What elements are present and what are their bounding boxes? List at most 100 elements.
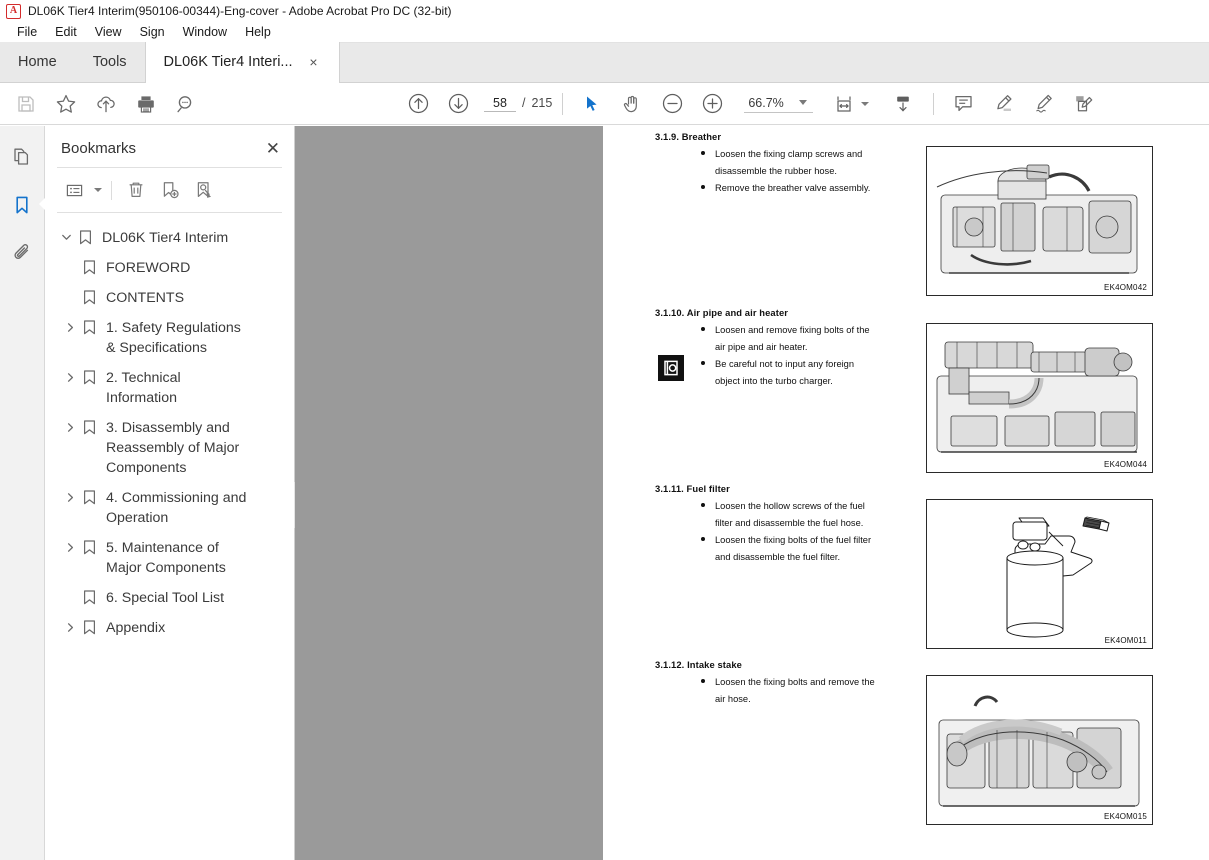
- delete-bookmark-icon[interactable]: [121, 177, 151, 203]
- fit-width-icon[interactable]: [829, 84, 859, 124]
- bookmarks-panel: Bookmarks ✕ DL06K Tier4 Interim FOREWORD…: [45, 126, 305, 860]
- bookmarks-toolbar: [45, 168, 294, 212]
- tab-tools[interactable]: Tools: [74, 42, 145, 82]
- toolbar-view-group: 66.7%: [572, 84, 814, 124]
- bullet-item: Remove the breather valve assembly.: [701, 180, 955, 197]
- tab-home[interactable]: Home: [0, 42, 75, 82]
- bookmark-item-commissioning-operation[interactable]: 4. Commissioning and Operation: [57, 483, 290, 533]
- menu-view[interactable]: View: [86, 23, 131, 41]
- menu-help[interactable]: Help: [236, 23, 280, 41]
- bookmark-label: Appendix: [106, 620, 166, 636]
- bookmark-label: CONTENTS: [106, 290, 185, 306]
- chevron-right-icon[interactable]: [61, 488, 79, 503]
- zoom-level-control[interactable]: 66.7%: [744, 95, 814, 113]
- zoom-level-value: 66.7%: [748, 95, 784, 110]
- bookmark-item-disassembly-reassembly[interactable]: 3. Disassembly and Reassembly of Major C…: [57, 413, 290, 483]
- toolbar-left-group: [6, 84, 206, 124]
- chevron-down-icon[interactable]: [57, 228, 75, 243]
- select-cursor-icon[interactable]: [572, 84, 612, 124]
- bookmark-item-technical-information[interactable]: 2. Technical Information: [57, 363, 290, 413]
- chevron-right-icon[interactable]: [61, 368, 79, 383]
- bookmark-item-safety-regulations[interactable]: 1. Safety Regulations & Specifications: [57, 313, 290, 363]
- section-3-1-9: 3.1.9. Breather Loosen the fixing clamp …: [655, 131, 955, 197]
- engine-breather-photo: [927, 147, 1152, 295]
- air-pipe-heater-photo: [927, 324, 1152, 472]
- main-toolbar: 58 / 215 66.7%: [0, 83, 1209, 125]
- search-icon[interactable]: [166, 84, 206, 124]
- new-bookmark-icon[interactable]: [155, 177, 185, 203]
- menu-edit[interactable]: Edit: [46, 23, 86, 41]
- chevron-right-icon[interactable]: [61, 418, 79, 433]
- bullet-line: Loosen the fixing clamp screws and: [715, 149, 863, 159]
- bookmark-label: FOREWORD: [106, 260, 191, 276]
- acrobat-icon: A: [6, 3, 21, 19]
- close-tab-icon[interactable]: ×: [307, 55, 321, 69]
- menu-sign[interactable]: Sign: [131, 23, 174, 41]
- comment-icon[interactable]: [943, 84, 983, 124]
- page-thumbnails-icon[interactable]: [5, 140, 39, 174]
- bookmark-item-contents[interactable]: CONTENTS: [57, 283, 290, 313]
- previous-page-icon[interactable]: [398, 84, 438, 124]
- menu-bar: File Edit View Sign Window Help: [0, 22, 1209, 43]
- options-menu-icon[interactable]: [59, 177, 89, 203]
- figure-caption: EK4OM015: [1104, 812, 1147, 821]
- bullet-item: Loosen the fixing clamp screws and disas…: [701, 146, 955, 180]
- attachments-icon[interactable]: [5, 236, 39, 270]
- figure-intake-stake-photo: EK4OM015: [926, 675, 1153, 825]
- bookmark-label: DL06K Tier4 Interim: [102, 230, 229, 246]
- hand-icon[interactable]: [612, 84, 652, 124]
- figure-fuel-filter-drawing: EK4OM011: [926, 499, 1153, 649]
- chevron-right-icon[interactable]: [61, 618, 79, 633]
- bullet-dot-icon: [701, 180, 710, 189]
- tab-document[interactable]: DL06K Tier4 Interi... ×: [144, 42, 340, 83]
- document-viewer[interactable]: 3.1.9. Breather Loosen the fixing clamp …: [295, 126, 1209, 860]
- highlight-icon[interactable]: [983, 84, 1023, 124]
- sign-icon[interactable]: [1023, 84, 1063, 124]
- page-number-input[interactable]: 58: [484, 96, 516, 112]
- bookmark-item-special-tool-list[interactable]: 6. Special Tool List: [57, 583, 290, 613]
- next-page-icon[interactable]: [438, 84, 478, 124]
- bookmark-item-maintenance[interactable]: 5. Maintenance of Major Components: [57, 533, 290, 583]
- menu-file[interactable]: File: [8, 23, 46, 41]
- fill-and-sign-icon[interactable]: [1063, 84, 1103, 124]
- bookmark-icon: [79, 538, 99, 555]
- section-bullets: Loosen the fixing clamp screws and disas…: [655, 146, 955, 197]
- bookmark-icon: [79, 258, 99, 275]
- bookmark-label: 5. Maintenance of Major Components: [106, 540, 226, 576]
- bookmark-item-foreword[interactable]: FOREWORD: [57, 253, 290, 283]
- tab-strip: Home Tools DL06K Tier4 Interi... ×: [0, 42, 1209, 83]
- fit-width-chevron-icon[interactable]: [861, 101, 870, 106]
- bookmark-icon: [79, 288, 99, 305]
- save-icon[interactable]: [6, 84, 46, 124]
- bookmark-label: 1. Safety Regulations & Specifications: [106, 320, 241, 356]
- bookmark-icon: [79, 588, 99, 605]
- bookmarks-panel-header: Bookmarks ✕: [45, 126, 294, 167]
- section-heading: 3.1.11. Fuel filter: [655, 483, 730, 494]
- chevron-right-icon[interactable]: [61, 538, 79, 553]
- zoom-out-icon[interactable]: [652, 84, 692, 124]
- page-total: 215: [531, 95, 553, 110]
- bullet-line: air hose.: [715, 694, 751, 704]
- find-bookmark-icon[interactable]: [189, 177, 219, 203]
- menu-window[interactable]: Window: [174, 23, 236, 41]
- options-chevron-icon[interactable]: [94, 188, 102, 192]
- bookmark-icon: [79, 618, 99, 635]
- page-scroll-icon[interactable]: [883, 84, 923, 124]
- bookmark-item-root[interactable]: DL06K Tier4 Interim: [57, 223, 290, 253]
- star-icon[interactable]: [46, 84, 86, 124]
- title-bar: A DL06K Tier4 Interim(950106-00344)-Eng-…: [0, 0, 1209, 22]
- print-icon[interactable]: [126, 84, 166, 124]
- bookmark-item-appendix[interactable]: Appendix: [57, 613, 290, 643]
- close-icon[interactable]: ✕: [266, 140, 280, 157]
- bullet-line: Remove the breather valve assembly.: [715, 183, 871, 193]
- figure-air-pipe-heater-photo: EK4OM044: [926, 323, 1153, 473]
- figure-caption: EK4OM011: [1104, 636, 1147, 645]
- chevron-down-icon[interactable]: [799, 100, 808, 105]
- cloud-upload-icon[interactable]: [86, 84, 126, 124]
- navigation-rail: [0, 126, 46, 860]
- bookmark-tree: DL06K Tier4 Interim FOREWORD CONTENTS 1.…: [45, 213, 294, 860]
- zoom-in-icon[interactable]: [692, 84, 732, 124]
- chevron-right-icon[interactable]: [61, 318, 79, 333]
- bullet-dot-icon: [701, 674, 710, 683]
- bookmarks-icon[interactable]: [5, 188, 46, 222]
